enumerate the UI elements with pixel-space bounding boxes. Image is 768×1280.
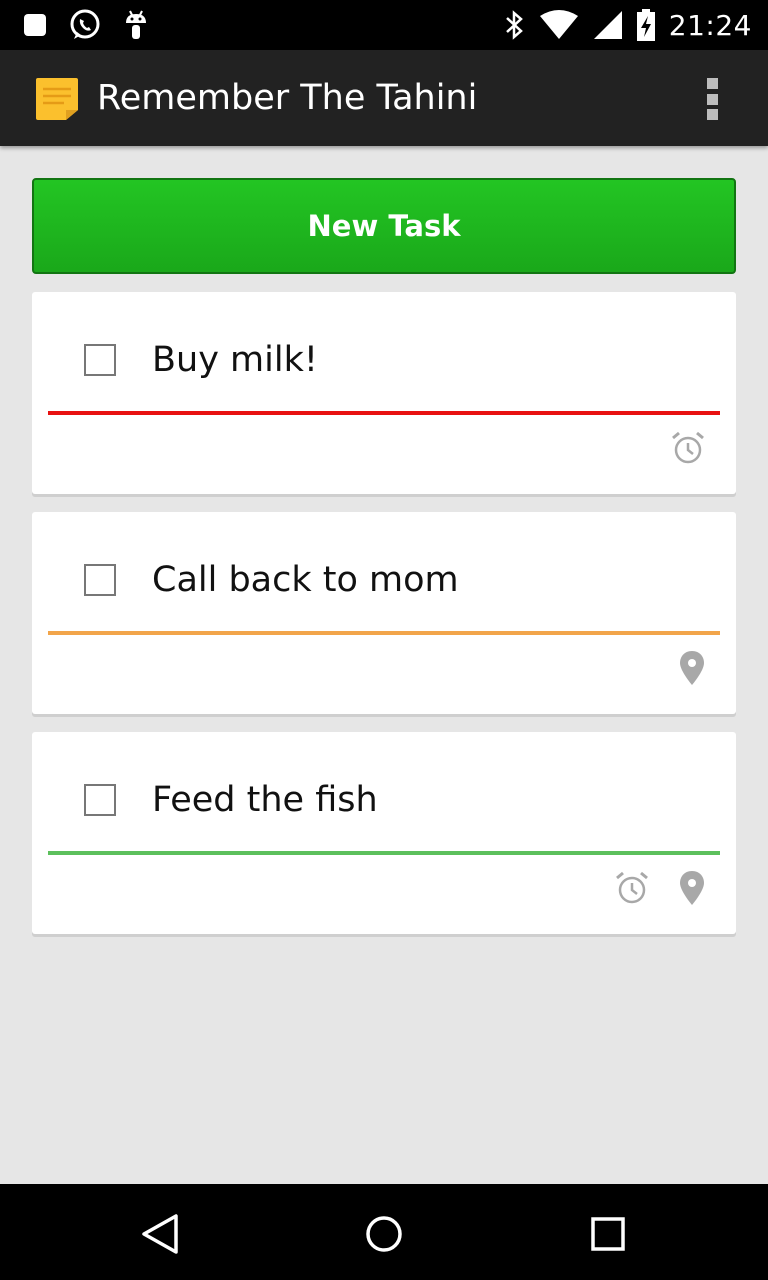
task-priority-line (48, 411, 720, 415)
task-checkbox[interactable] (84, 344, 116, 376)
new-task-button[interactable]: New Task (32, 178, 736, 274)
task-icons (670, 430, 706, 466)
task-icons (678, 650, 706, 686)
task-title: Call back to mom (152, 560, 459, 600)
alarm-icon[interactable] (670, 430, 706, 466)
alarm-icon[interactable] (614, 870, 650, 906)
overflow-menu-icon[interactable] (694, 76, 730, 122)
sticky-note-icon (34, 76, 80, 122)
location-pin-icon[interactable] (678, 650, 706, 686)
task-checkbox[interactable] (84, 784, 116, 816)
battery-charging-icon (636, 9, 655, 41)
task-icons (614, 870, 706, 906)
task-priority-line (48, 851, 720, 855)
task-title: Feed the fish (152, 780, 378, 820)
status-bar: 21:24 (0, 0, 768, 50)
wifi-icon (539, 10, 579, 40)
navigation-bar (0, 1184, 768, 1280)
whatsapp-icon (68, 8, 102, 42)
app-bar: Remember The Tahini (0, 50, 768, 146)
signal-icon (593, 10, 623, 40)
status-time: 21:24 (668, 8, 752, 42)
recents-icon[interactable] (586, 1212, 630, 1256)
app-title: Remember The Tahini (97, 78, 478, 118)
task-priority-line (48, 631, 720, 635)
task-card[interactable]: Call back to mom (32, 512, 736, 714)
task-card[interactable]: Feed the fish (32, 732, 736, 934)
home-icon[interactable] (362, 1212, 406, 1256)
status-bar-system: 21:24 (503, 8, 752, 42)
task-card[interactable]: Buy milk! (32, 292, 736, 494)
task-checkbox[interactable] (84, 564, 116, 596)
location-pin-icon[interactable] (678, 870, 706, 906)
status-bar-notifications (22, 8, 150, 42)
bluetooth-icon (503, 9, 525, 41)
task-title: Buy milk! (152, 340, 318, 380)
android-icon (122, 9, 150, 41)
notification-square-icon (22, 12, 48, 38)
back-icon[interactable] (138, 1212, 182, 1256)
